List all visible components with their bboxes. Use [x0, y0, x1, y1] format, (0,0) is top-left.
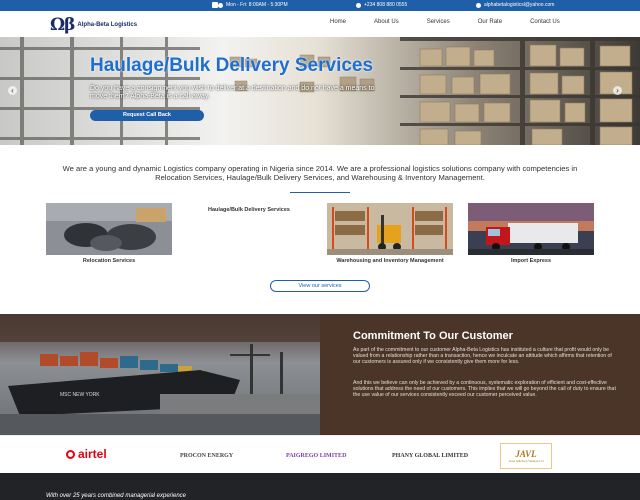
commitment-title: Commitment To Our Customer: [353, 330, 513, 342]
partners-strip: airtel PROCON ENERGY PAIGREGO LIMITED PH…: [0, 435, 640, 473]
slider-next-arrow[interactable]: ›: [613, 86, 622, 95]
commitment-paragraph-2: And this we believe can only be achieved…: [353, 380, 616, 399]
logo-name: Alpha-Beta Logistics: [77, 22, 138, 28]
intro-divider: [290, 192, 350, 193]
commitment-section: MSC NEW YORK Commitment To Our Customer …: [0, 314, 640, 435]
import-express-image[interactable]: [468, 203, 594, 255]
ship-photo: MSC NEW YORK: [0, 314, 320, 435]
container-ship-image: MSC NEW YORK: [0, 314, 320, 435]
main-nav: Home About Us Services Our Rate Contact …: [330, 19, 588, 25]
hero-title: Haulage/Bulk Delivery Services: [90, 55, 374, 76]
commitment-panel: Commitment To Our Customer As part of th…: [320, 314, 640, 435]
phany-global-logo: PHANY GLOBAL LIMITED: [392, 453, 469, 459]
airtel-swirl-icon: [66, 449, 75, 459]
phone-info[interactable]: +234 808 880 0555: [356, 2, 407, 8]
site-header: Ωβ Alpha-Beta Logistics Home About Us Se…: [0, 11, 640, 37]
email-icon: [476, 2, 481, 8]
slider-prev-arrow[interactable]: ‹: [8, 86, 17, 95]
ship-name-text: MSC NEW YORK: [60, 392, 100, 398]
nav-contact-us[interactable]: Contact Us: [530, 19, 560, 25]
page: Mon - Fri: 8:00AM - 5:30PM +234 808 880 …: [0, 0, 640, 500]
warehousing-services-label[interactable]: Warehousing and Inventory Management: [327, 258, 453, 265]
relocation-services-image[interactable]: [46, 203, 172, 255]
relocation-photo: [46, 203, 172, 255]
javl-logo-text: JAVL: [515, 449, 537, 459]
relocation-services-label[interactable]: Relocation Services: [46, 258, 172, 265]
footer-section: With over 25 years combined managerial e…: [0, 473, 640, 500]
procon-energy-logo: PROCON ENERGY: [180, 453, 234, 459]
view-our-services-button[interactable]: View our services: [270, 280, 370, 292]
haulage-services-label[interactable]: Haulage/Bulk Delivery Services: [186, 207, 312, 214]
email-text[interactable]: alphabetalogisticsl@yahoo.com: [484, 2, 554, 8]
logo-symbol: Ωβ: [50, 15, 75, 35]
import-express-label[interactable]: Import Express: [468, 258, 594, 265]
request-call-back-button[interactable]: Request Call Back: [90, 110, 204, 121]
top-info-bar: Mon - Fri: 8:00AM - 5:30PM +234 808 880 …: [0, 0, 640, 11]
clock-icon: [218, 2, 223, 8]
footer-experience-text: With over 25 years combined managerial e…: [46, 493, 187, 499]
nav-services[interactable]: Services: [427, 19, 450, 25]
warehousing-services-image[interactable]: [327, 203, 453, 255]
site-logo[interactable]: Ωβ Alpha-Beta Logistics: [50, 15, 137, 35]
paigrego-limited-logo: PAIGREGO LIMITED: [286, 453, 347, 459]
company-intro: We are a young and dynamic Logistics com…: [62, 164, 578, 182]
javl-logo: JAVL Jonas Adfabson Ventures Ltd: [500, 443, 552, 469]
airtel-logo: airtel: [66, 447, 107, 461]
hours-text: Mon - Fri: 8:00AM - 5:30PM: [226, 2, 288, 8]
javl-logo-subtext: Jonas Adfabson Ventures Ltd: [508, 459, 544, 463]
email-info[interactable]: alphabetalogisticsl@yahoo.com: [476, 2, 554, 8]
nav-our-rate[interactable]: Our Rate: [478, 19, 502, 25]
nav-about-us[interactable]: About Us: [374, 19, 399, 25]
phone-icon: [356, 2, 361, 8]
truck-photo: [468, 203, 594, 255]
hero-text: Do you have a consignment you wish to de…: [90, 85, 375, 100]
commitment-paragraph-1: As part of the commitment to our custome…: [353, 347, 612, 366]
hero-slider: Haulage/Bulk Delivery Services Do you ha…: [0, 37, 640, 145]
hours-info: Mon - Fri: 8:00AM - 5:30PM: [218, 2, 288, 8]
airtel-logo-text: airtel: [78, 447, 107, 461]
warehouse-forklift-photo: [327, 203, 453, 255]
nav-home[interactable]: Home: [330, 19, 346, 25]
phone-text[interactable]: +234 808 880 0555: [364, 2, 407, 8]
